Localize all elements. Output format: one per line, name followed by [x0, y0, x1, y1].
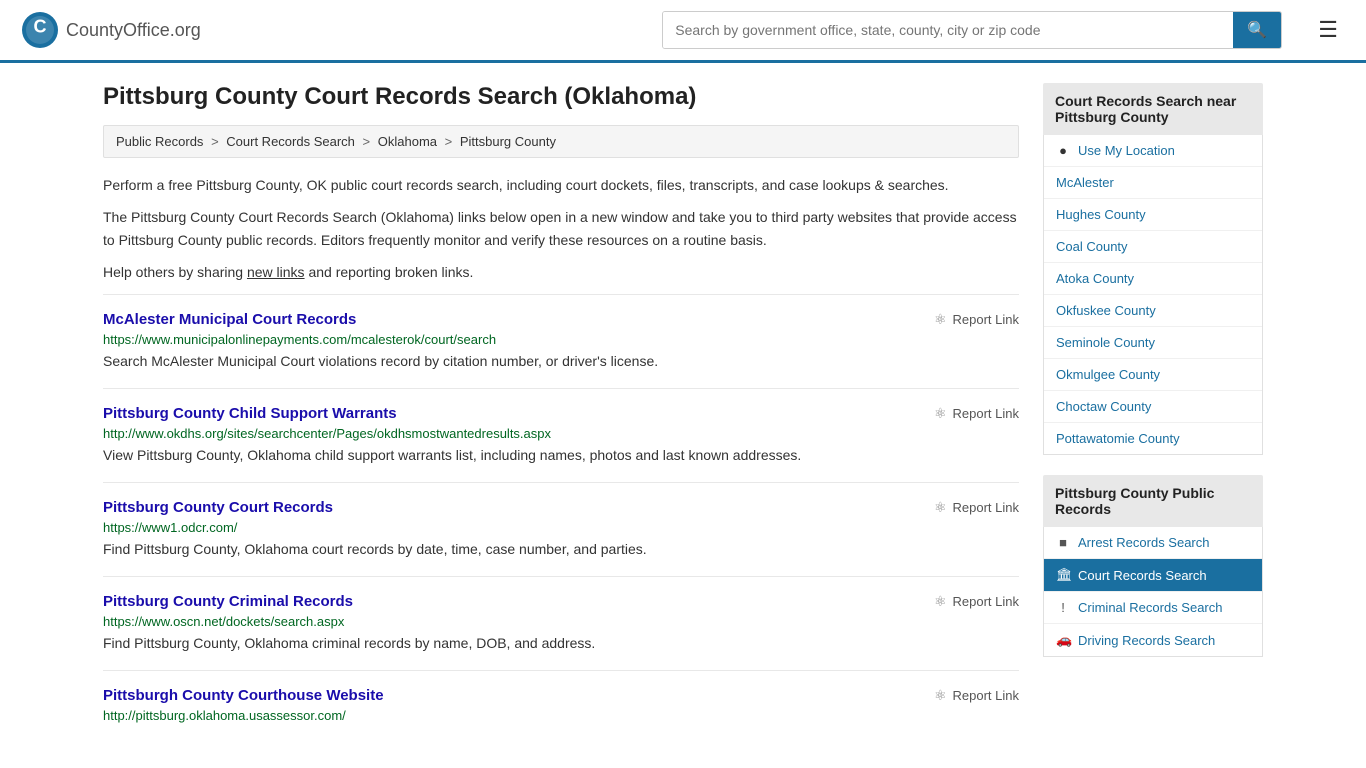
- search-input[interactable]: [663, 12, 1233, 48]
- sidebar-link-atoka-county[interactable]: Atoka County: [1044, 263, 1262, 294]
- logo-icon: C: [20, 10, 60, 50]
- report-link-2[interactable]: ⚛ Report Link: [934, 499, 1019, 516]
- record-title-1[interactable]: Pittsburg County Child Support Warrants: [103, 405, 397, 422]
- search-bar: 🔍: [662, 11, 1282, 49]
- sidebar-pr-item-driving: 🚗 Driving Records Search: [1044, 624, 1262, 656]
- logo-text: CountyOffice.org: [66, 20, 201, 41]
- new-links-link[interactable]: new links: [247, 264, 305, 280]
- main-content: Pittsburg County Court Records Search (O…: [103, 83, 1019, 743]
- record-title-3[interactable]: Pittsburg County Criminal Records: [103, 593, 353, 610]
- sidebar-link-arrest-records[interactable]: ■ Arrest Records Search: [1044, 527, 1262, 558]
- record-header-1: Pittsburg County Child Support Warrants …: [103, 405, 1019, 422]
- records-list: McAlester Municipal Court Records ⚛ Repo…: [103, 294, 1019, 743]
- record-entry-4: Pittsburgh County Courthouse Website ⚛ R…: [103, 670, 1019, 743]
- menu-button[interactable]: ☰: [1310, 13, 1346, 47]
- sidebar-link-okmulgee-county[interactable]: Okmulgee County: [1044, 359, 1262, 390]
- sidebar-link-court-records[interactable]: 🏛 Court Records Search: [1044, 559, 1262, 591]
- square-icon: ■: [1056, 535, 1070, 550]
- svg-text:C: C: [34, 16, 47, 36]
- record-url-1: http://www.okdhs.org/sites/searchcenter/…: [103, 426, 1019, 441]
- search-button[interactable]: 🔍: [1233, 12, 1281, 48]
- record-desc-0: Search McAlester Municipal Court violati…: [103, 351, 1019, 372]
- record-entry-2: Pittsburg County Court Records ⚛ Report …: [103, 482, 1019, 576]
- sidebar-link-use-my-location[interactable]: ● Use My Location: [1044, 135, 1262, 166]
- header: C CountyOffice.org 🔍 ☰: [0, 0, 1366, 63]
- breadcrumb-pittsburg-county[interactable]: Pittsburg County: [460, 134, 556, 149]
- sidebar-link-criminal-records[interactable]: ! Criminal Records Search: [1044, 592, 1262, 623]
- sidebar-link-mcalester[interactable]: McAlester: [1044, 167, 1262, 198]
- report-link-0[interactable]: ⚛ Report Link: [934, 311, 1019, 328]
- sidebar-nearby-item-location: ● Use My Location: [1044, 135, 1262, 167]
- breadcrumb-oklahoma[interactable]: Oklahoma: [378, 134, 437, 149]
- record-url-0: https://www.municipalonlinepayments.com/…: [103, 332, 1019, 347]
- record-header-2: Pittsburg County Court Records ⚛ Report …: [103, 499, 1019, 516]
- page-title: Pittsburg County Court Records Search (O…: [103, 83, 1019, 111]
- hamburger-icon: ☰: [1318, 17, 1338, 42]
- record-url-2: https://www1.odcr.com/: [103, 520, 1019, 535]
- sidebar: Court Records Search near Pittsburg Coun…: [1043, 83, 1263, 743]
- breadcrumb-public-records[interactable]: Public Records: [116, 134, 203, 149]
- record-entry-1: Pittsburg County Child Support Warrants …: [103, 388, 1019, 482]
- record-entry-0: McAlester Municipal Court Records ⚛ Repo…: [103, 294, 1019, 388]
- sidebar-nearby-title: Court Records Search near Pittsburg Coun…: [1043, 83, 1263, 135]
- sidebar-nearby-item-okfuskee-county: Okfuskee County: [1044, 295, 1262, 327]
- search-icon: 🔍: [1247, 22, 1267, 39]
- breadcrumb: Public Records > Court Records Search > …: [103, 125, 1019, 158]
- page-content: Pittsburg County Court Records Search (O…: [83, 63, 1283, 763]
- logo[interactable]: C CountyOffice.org: [20, 10, 201, 50]
- report-icon-2: ⚛: [934, 499, 947, 516]
- sidebar-nearby-item-choctaw-county: Choctaw County: [1044, 391, 1262, 423]
- report-link-1[interactable]: ⚛ Report Link: [934, 405, 1019, 422]
- report-link-4[interactable]: ⚛ Report Link: [934, 687, 1019, 704]
- report-icon-4: ⚛: [934, 687, 947, 704]
- car-icon: 🚗: [1056, 632, 1070, 648]
- sidebar-nearby-item-okmulgee-county: Okmulgee County: [1044, 359, 1262, 391]
- record-title-2[interactable]: Pittsburg County Court Records: [103, 499, 333, 516]
- report-link-3[interactable]: ⚛ Report Link: [934, 593, 1019, 610]
- record-header-4: Pittsburgh County Courthouse Website ⚛ R…: [103, 687, 1019, 704]
- description-1: Perform a free Pittsburg County, OK publ…: [103, 174, 1019, 196]
- exclamation-icon: !: [1056, 600, 1070, 615]
- sidebar-pr-item-criminal: ! Criminal Records Search: [1044, 592, 1262, 624]
- sidebar-link-hughes-county[interactable]: Hughes County: [1044, 199, 1262, 230]
- sidebar-public-records-list: ■ Arrest Records Search 🏛 Court Records …: [1043, 527, 1263, 657]
- sidebar-pr-item-arrest: ■ Arrest Records Search: [1044, 527, 1262, 559]
- record-desc-1: View Pittsburg County, Oklahoma child su…: [103, 445, 1019, 466]
- location-pin-icon: ●: [1056, 143, 1070, 158]
- record-entry-3: Pittsburg County Criminal Records ⚛ Repo…: [103, 576, 1019, 670]
- report-icon-1: ⚛: [934, 405, 947, 422]
- description-3: Help others by sharing new links and rep…: [103, 261, 1019, 283]
- sidebar-link-pottawatomie-county[interactable]: Pottawatomie County: [1044, 423, 1262, 454]
- sidebar-link-coal-county[interactable]: Coal County: [1044, 231, 1262, 262]
- report-icon-3: ⚛: [934, 593, 947, 610]
- sidebar-nearby-item-pottawatomie-county: Pottawatomie County: [1044, 423, 1262, 454]
- record-header-3: Pittsburg County Criminal Records ⚛ Repo…: [103, 593, 1019, 610]
- breadcrumb-court-records-search[interactable]: Court Records Search: [226, 134, 355, 149]
- sidebar-nearby-item-atoka-county: Atoka County: [1044, 263, 1262, 295]
- sidebar-pr-item-court: 🏛 Court Records Search: [1044, 559, 1262, 592]
- description-2: The Pittsburg County Court Records Searc…: [103, 206, 1019, 251]
- sidebar-link-driving-records[interactable]: 🚗 Driving Records Search: [1044, 624, 1262, 656]
- record-desc-2: Find Pittsburg County, Oklahoma court re…: [103, 539, 1019, 560]
- sidebar-public-records-title: Pittsburg County Public Records: [1043, 475, 1263, 527]
- sidebar-public-records-section: Pittsburg County Public Records ■ Arrest…: [1043, 475, 1263, 657]
- sidebar-link-seminole-county[interactable]: Seminole County: [1044, 327, 1262, 358]
- building-icon: 🏛: [1056, 567, 1070, 583]
- sidebar-nearby-item-hughes-county: Hughes County: [1044, 199, 1262, 231]
- sidebar-link-choctaw-county[interactable]: Choctaw County: [1044, 391, 1262, 422]
- sidebar-nearby-section: Court Records Search near Pittsburg Coun…: [1043, 83, 1263, 455]
- record-desc-3: Find Pittsburg County, Oklahoma criminal…: [103, 633, 1019, 654]
- report-icon-0: ⚛: [934, 311, 947, 328]
- record-url-4: http://pittsburg.oklahoma.usassessor.com…: [103, 708, 1019, 723]
- record-title-0[interactable]: McAlester Municipal Court Records: [103, 311, 356, 328]
- sidebar-link-okfuskee-county[interactable]: Okfuskee County: [1044, 295, 1262, 326]
- sidebar-nearby-item-seminole-county: Seminole County: [1044, 327, 1262, 359]
- record-title-4[interactable]: Pittsburgh County Courthouse Website: [103, 687, 384, 704]
- record-url-3: https://www.oscn.net/dockets/search.aspx: [103, 614, 1019, 629]
- sidebar-nearby-list: ● Use My Location McAlester Hughes Count…: [1043, 135, 1263, 455]
- record-header-0: McAlester Municipal Court Records ⚛ Repo…: [103, 311, 1019, 328]
- sidebar-nearby-item-coal-county: Coal County: [1044, 231, 1262, 263]
- sidebar-nearby-item-mcalester: McAlester: [1044, 167, 1262, 199]
